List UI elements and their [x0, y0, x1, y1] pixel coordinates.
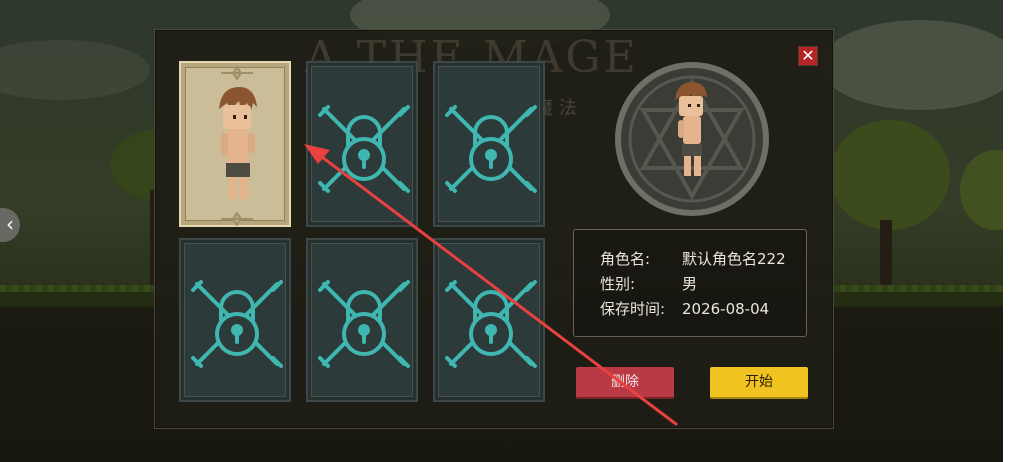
save-slot-4[interactable]	[179, 238, 291, 402]
character-preview-emblem	[615, 62, 769, 216]
save-slot-3[interactable]	[433, 61, 545, 227]
character-info-panel: 角色名: 默认角色名222 性别: 男 保存时间: 2026-08-04	[573, 229, 807, 337]
save-slot-6[interactable]	[433, 238, 545, 402]
info-name-row: 角色名: 默认角色名222	[600, 248, 786, 269]
name-label: 角色名:	[600, 250, 651, 268]
gender-value: 男	[682, 275, 698, 293]
character-portrait	[219, 65, 257, 227]
padlock-chain-icon	[445, 280, 537, 368]
save-slot-dialog: A THE MAGE 魔 法 ✕ 角色名: 默认角色名222 性别: 男 保存时…	[154, 29, 834, 429]
save-slot-5[interactable]	[306, 238, 418, 402]
padlock-chain-icon	[445, 105, 537, 193]
start-button[interactable]: 开始	[710, 367, 808, 399]
save-slot-1[interactable]	[179, 61, 291, 227]
name-value: 默认角色名222	[682, 250, 786, 268]
save-slot-2[interactable]	[306, 61, 418, 227]
screen-edge	[1003, 0, 1013, 462]
close-button[interactable]: ✕	[798, 46, 818, 66]
delete-button[interactable]: 删除	[576, 367, 674, 399]
gender-label: 性别:	[600, 275, 636, 293]
padlock-chain-icon	[318, 280, 410, 368]
time-value: 2026-08-04	[682, 300, 770, 318]
info-time-row: 保存时间: 2026-08-04	[600, 298, 769, 319]
time-label: 保存时间:	[600, 300, 666, 318]
padlock-chain-icon	[318, 105, 410, 193]
padlock-chain-icon	[191, 280, 283, 368]
info-gender-row: 性别: 男	[600, 273, 697, 294]
